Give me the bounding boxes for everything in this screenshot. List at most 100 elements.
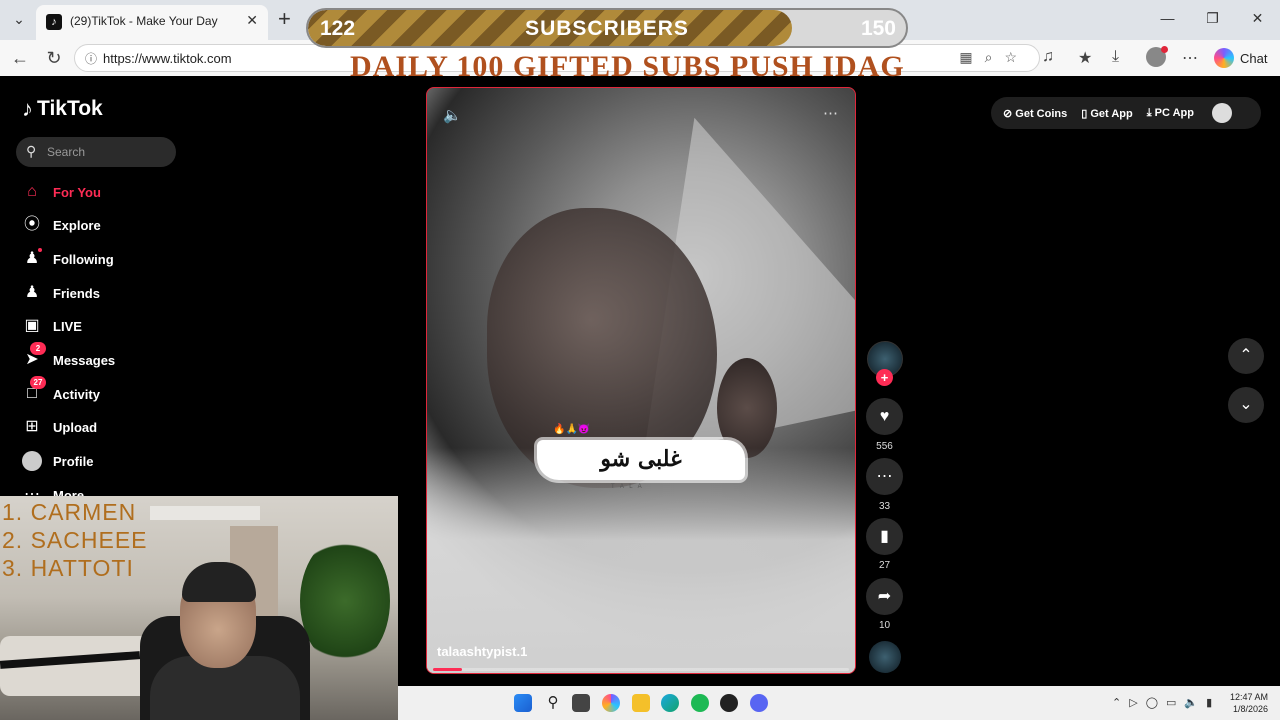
get-app-button[interactable]: ▯ Get App <box>1081 107 1132 120</box>
obs-icon[interactable] <box>720 694 738 712</box>
tab-close-icon[interactable]: ✕ <box>246 12 258 29</box>
pc-app-button[interactable]: ⤓ PC App <box>1147 107 1194 120</box>
next-video-chevron-down-icon[interactable]: ⌄ <box>1228 387 1264 423</box>
video-frame-lower <box>427 448 855 673</box>
copilot-taskbar-icon[interactable] <box>602 694 620 712</box>
video-author[interactable]: talaashtypist.1 <box>437 644 527 659</box>
settings-more-icon[interactable]: ⋯ <box>1182 48 1198 68</box>
sidebar-item-label: Following <box>53 251 114 267</box>
get-coins-button[interactable]: ⊘ Get Coins <box>1003 107 1067 120</box>
taskbar-search-icon[interactable]: ⚲ <box>544 694 562 712</box>
favorite-star-icon[interactable]: ☆ <box>1004 49 1029 65</box>
video-progress-bar[interactable] <box>433 668 849 671</box>
zoom-icon[interactable]: ⌕ <box>985 49 1005 65</box>
back-arrow-icon[interactable]: ← <box>8 46 32 70</box>
tiktok-logo[interactable]: ♪ TikTok <box>22 96 103 122</box>
user-avatar[interactable] <box>1211 103 1232 123</box>
discord-icon[interactable] <box>750 694 768 712</box>
browser-tab[interactable]: ♪ (29)TikTok - Make Your Day ✕ <box>36 5 268 40</box>
tab-actions-chevron-icon[interactable]: ⌄ <box>8 8 30 30</box>
sidebar-item-explore[interactable]: ⦿ Explore <box>22 213 101 237</box>
tray-volume-icon[interactable]: 🔈 <box>1184 697 1206 709</box>
profile-avatar <box>22 451 42 471</box>
new-tab-button[interactable]: + <box>278 6 291 32</box>
webcam-overlay: 1. CARMEN 2. SACHEEE 3. HATTOTI <box>0 496 398 720</box>
windows-start-icon[interactable] <box>514 694 532 712</box>
share-arrow-icon[interactable]: ➦ <box>866 578 903 615</box>
taskbar-clock[interactable]: 12:47 AM 1/8/2026 <box>1230 691 1268 715</box>
media-control-icon[interactable]: ♫ <box>1042 48 1054 66</box>
video-progress-fill <box>433 668 463 671</box>
sidebar-item-label: Messages <box>53 352 116 368</box>
tiktok-header-actions: ⊘ Get Coins ▯ Get App ⤓ PC App <box>991 97 1261 129</box>
app-available-icon[interactable]: ▦ <box>959 49 984 65</box>
site-info-icon[interactable]: ⓘ <box>85 50 97 67</box>
sidebar-item-messages[interactable]: ➤ 2 Messages <box>22 342 116 372</box>
sidebar-item-profile[interactable]: Profile <box>22 449 93 473</box>
system-tray: ⌃▷◯▭🔈▮ <box>1112 696 1220 709</box>
tray-mic-icon[interactable]: ◯ <box>1146 697 1166 709</box>
sidebar-item-activity[interactable]: □ 27 Activity <box>22 376 100 406</box>
pc-app-label: PC App <box>1154 106 1194 119</box>
tiktok-note-icon: ♪ <box>22 96 33 121</box>
reload-icon[interactable]: ↻ <box>42 46 66 70</box>
comment-icon[interactable]: ⋯ <box>866 458 903 495</box>
sidebar-item-live[interactable]: ▣ LIVE <box>22 314 82 338</box>
music-disc-avatar[interactable] <box>869 641 901 673</box>
bookmark-icon[interactable]: ▮ <box>866 518 903 555</box>
get-coins-label: Get Coins <box>1015 107 1068 120</box>
video-more-icon[interactable]: ⋯ <box>823 104 839 122</box>
favorites-icon[interactable]: ★ <box>1078 48 1092 68</box>
sidebar-item-for-you[interactable]: ⌂ For You <box>22 180 101 204</box>
video-player[interactable]: 🔈 ⋯ 🔥🙏😈 غلبی شو T A L A talaashtypist.1 <box>426 87 856 674</box>
windows-taskbar: ⚲ ⌃▷◯▭🔈▮ 12:47 AM 1/8/2026 <box>398 686 1280 720</box>
messages-icon: ➤ 2 <box>22 342 46 370</box>
compass-icon: ⦿ <box>23 216 40 233</box>
sidebar-item-label: LIVE <box>53 318 82 334</box>
messages-badge: 2 <box>30 342 46 355</box>
sidebar-item-label: Upload <box>53 419 98 435</box>
video-watermark: T A L A <box>611 484 644 490</box>
subscriber-label: SUBSCRIBERS <box>525 17 689 40</box>
address-url: https://www.tiktok.com <box>103 51 232 66</box>
stream-banner: DAILY 100 GIFTED SUBS PUSH IDAG <box>350 50 905 83</box>
sidebar-item-following[interactable]: ♟ Following <box>22 247 114 271</box>
tray-chevron-icon[interactable]: ⌃ <box>1112 697 1129 709</box>
sidebar-item-friends[interactable]: ♟ Friends <box>22 281 100 305</box>
tray-display-icon[interactable]: ▭ <box>1166 697 1184 709</box>
window-close-icon[interactable]: ✕ <box>1235 0 1280 36</box>
clock-time: 12:47 AM <box>1229 692 1268 702</box>
spotify-icon[interactable] <box>691 694 709 712</box>
like-heart-icon[interactable]: ♥ <box>866 398 903 435</box>
restore-icon[interactable]: ❐ <box>1190 0 1235 36</box>
gifted-name-2: 2. SACHEEE <box>2 527 148 553</box>
caption-art-text: غلبی شو <box>600 446 682 472</box>
task-view-icon[interactable] <box>572 694 590 712</box>
downloads-icon[interactable]: ⤓ <box>1112 48 1119 66</box>
activity-icon: □ 27 <box>22 376 46 404</box>
person-follow-icon: ♟ <box>24 250 40 267</box>
home-icon: ⌂ <box>27 183 37 200</box>
caption-brush-stroke: غلبی شو <box>537 440 745 480</box>
follow-plus-icon[interactable]: + <box>876 369 893 386</box>
webcam-ceiling-light <box>150 506 260 520</box>
clock-date: 1/8/2026 <box>1232 704 1268 714</box>
previous-video-chevron-up-icon[interactable]: ⌃ <box>1228 338 1264 374</box>
sidebar-item-upload[interactable]: ⊞ Upload <box>22 415 97 439</box>
search-input[interactable]: ⚲ Search <box>16 137 176 167</box>
tray-network-icon[interactable]: ▷ <box>1129 697 1145 709</box>
edge-browser-icon[interactable] <box>661 694 679 712</box>
file-explorer-icon[interactable] <box>632 694 650 712</box>
friends-icon: ♟ <box>24 284 40 301</box>
gifted-subs-list: 1. CARMEN 2. SACHEEE 3. HATTOTI <box>2 498 148 582</box>
sidebar-item-label: Friends <box>53 285 100 301</box>
copilot-chat-button[interactable]: Chat <box>1214 46 1267 70</box>
volume-icon[interactable]: 🔈 <box>443 106 462 124</box>
tray-battery-icon[interactable]: ▮ <box>1206 697 1220 709</box>
tiktok-favicon-icon: ♪ <box>46 14 62 30</box>
sidebar-item-label: Profile <box>53 453 94 469</box>
minimize-icon[interactable]: — <box>1145 0 1190 36</box>
emoji-decoration: 🔥🙏😈 <box>553 424 591 435</box>
gifted-name-1: 1. CARMEN <box>2 499 137 525</box>
gifted-name-3: 3. HATTOTI <box>2 555 134 581</box>
